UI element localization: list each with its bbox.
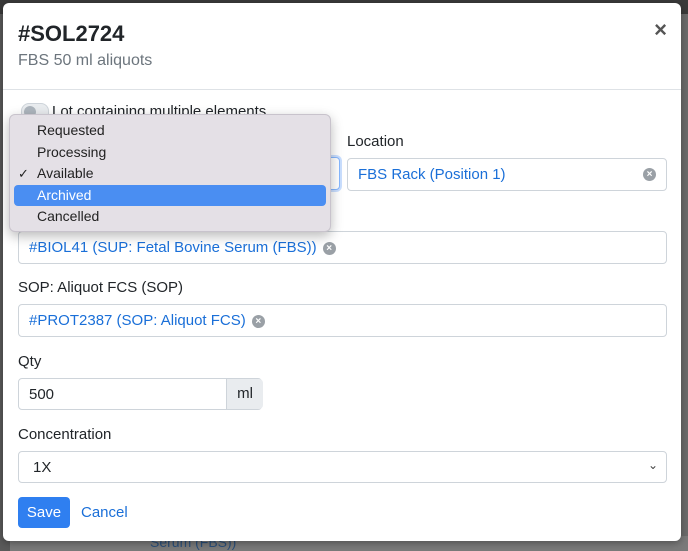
status-option-processing[interactable]: Processing <box>14 142 326 164</box>
qty-input-group: 500 ml <box>18 378 263 410</box>
status-option-label: Cancelled <box>37 208 100 225</box>
location-value: FBS Rack (Position 1) <box>358 166 506 183</box>
status-dropdown-menu: Requested Processing ✓ Available Archive… <box>9 114 331 232</box>
sop-field[interactable]: #PROT2387 (SOP: Aliquot FCS) × <box>18 304 667 337</box>
concentration-value: 1X <box>33 459 52 476</box>
location-label: Location <box>347 133 404 150</box>
checkmark-icon: ✓ <box>18 166 29 182</box>
sop-tag: #PROT2387 (SOP: Aliquot FCS) × <box>29 312 265 329</box>
clear-location-icon[interactable]: × <box>643 168 656 181</box>
modal-header: #SOL2724 FBS 50 ml aliquots × <box>3 3 681 90</box>
sop-value: #PROT2387 (SOP: Aliquot FCS) <box>29 312 246 329</box>
modal-subtitle: FBS 50 ml aliquots <box>18 52 153 69</box>
status-option-label: Archived <box>37 186 92 203</box>
location-field[interactable]: FBS Rack (Position 1) × <box>347 158 667 191</box>
remove-biological-icon[interactable]: × <box>322 242 336 255</box>
biological-field[interactable]: #BIOL41 (SUP: Fetal Bovine Serum (FBS)) × <box>18 231 667 264</box>
status-option-cancelled[interactable]: Cancelled <box>14 206 326 228</box>
status-option-label: Processing <box>37 143 107 160</box>
qty-input[interactable]: 500 <box>29 386 54 403</box>
biological-tag: #BIOL41 (SUP: Fetal Bovine Serum (FBS)) × <box>29 239 336 256</box>
close-icon[interactable]: × <box>654 19 667 41</box>
concentration-label: Concentration <box>18 426 112 443</box>
qty-label: Qty <box>18 353 42 370</box>
biological-value: #BIOL41 (SUP: Fetal Bovine Serum (FBS)) <box>29 239 317 256</box>
modal-title: #SOL2724 <box>18 21 125 46</box>
save-button[interactable]: Save <box>18 497 70 528</box>
edit-solution-modal: #SOL2724 FBS 50 ml aliquots × Lot contai… <box>3 3 681 541</box>
cancel-button[interactable]: Cancel <box>81 497 128 528</box>
status-option-available[interactable]: ✓ Available <box>14 163 326 185</box>
status-option-label: Requested <box>37 122 105 138</box>
remove-sop-icon[interactable]: × <box>251 315 265 328</box>
status-option-archived[interactable]: Archived <box>14 184 326 207</box>
status-option-label: Available <box>37 165 94 182</box>
status-option-requested[interactable]: Requested <box>14 120 326 142</box>
sop-label: SOP: Aliquot FCS (SOP) <box>18 279 184 296</box>
qty-unit: ml <box>226 379 263 409</box>
concentration-select[interactable]: 1X ⌄ <box>18 451 667 483</box>
chevron-down-icon: ⌄ <box>647 458 658 472</box>
